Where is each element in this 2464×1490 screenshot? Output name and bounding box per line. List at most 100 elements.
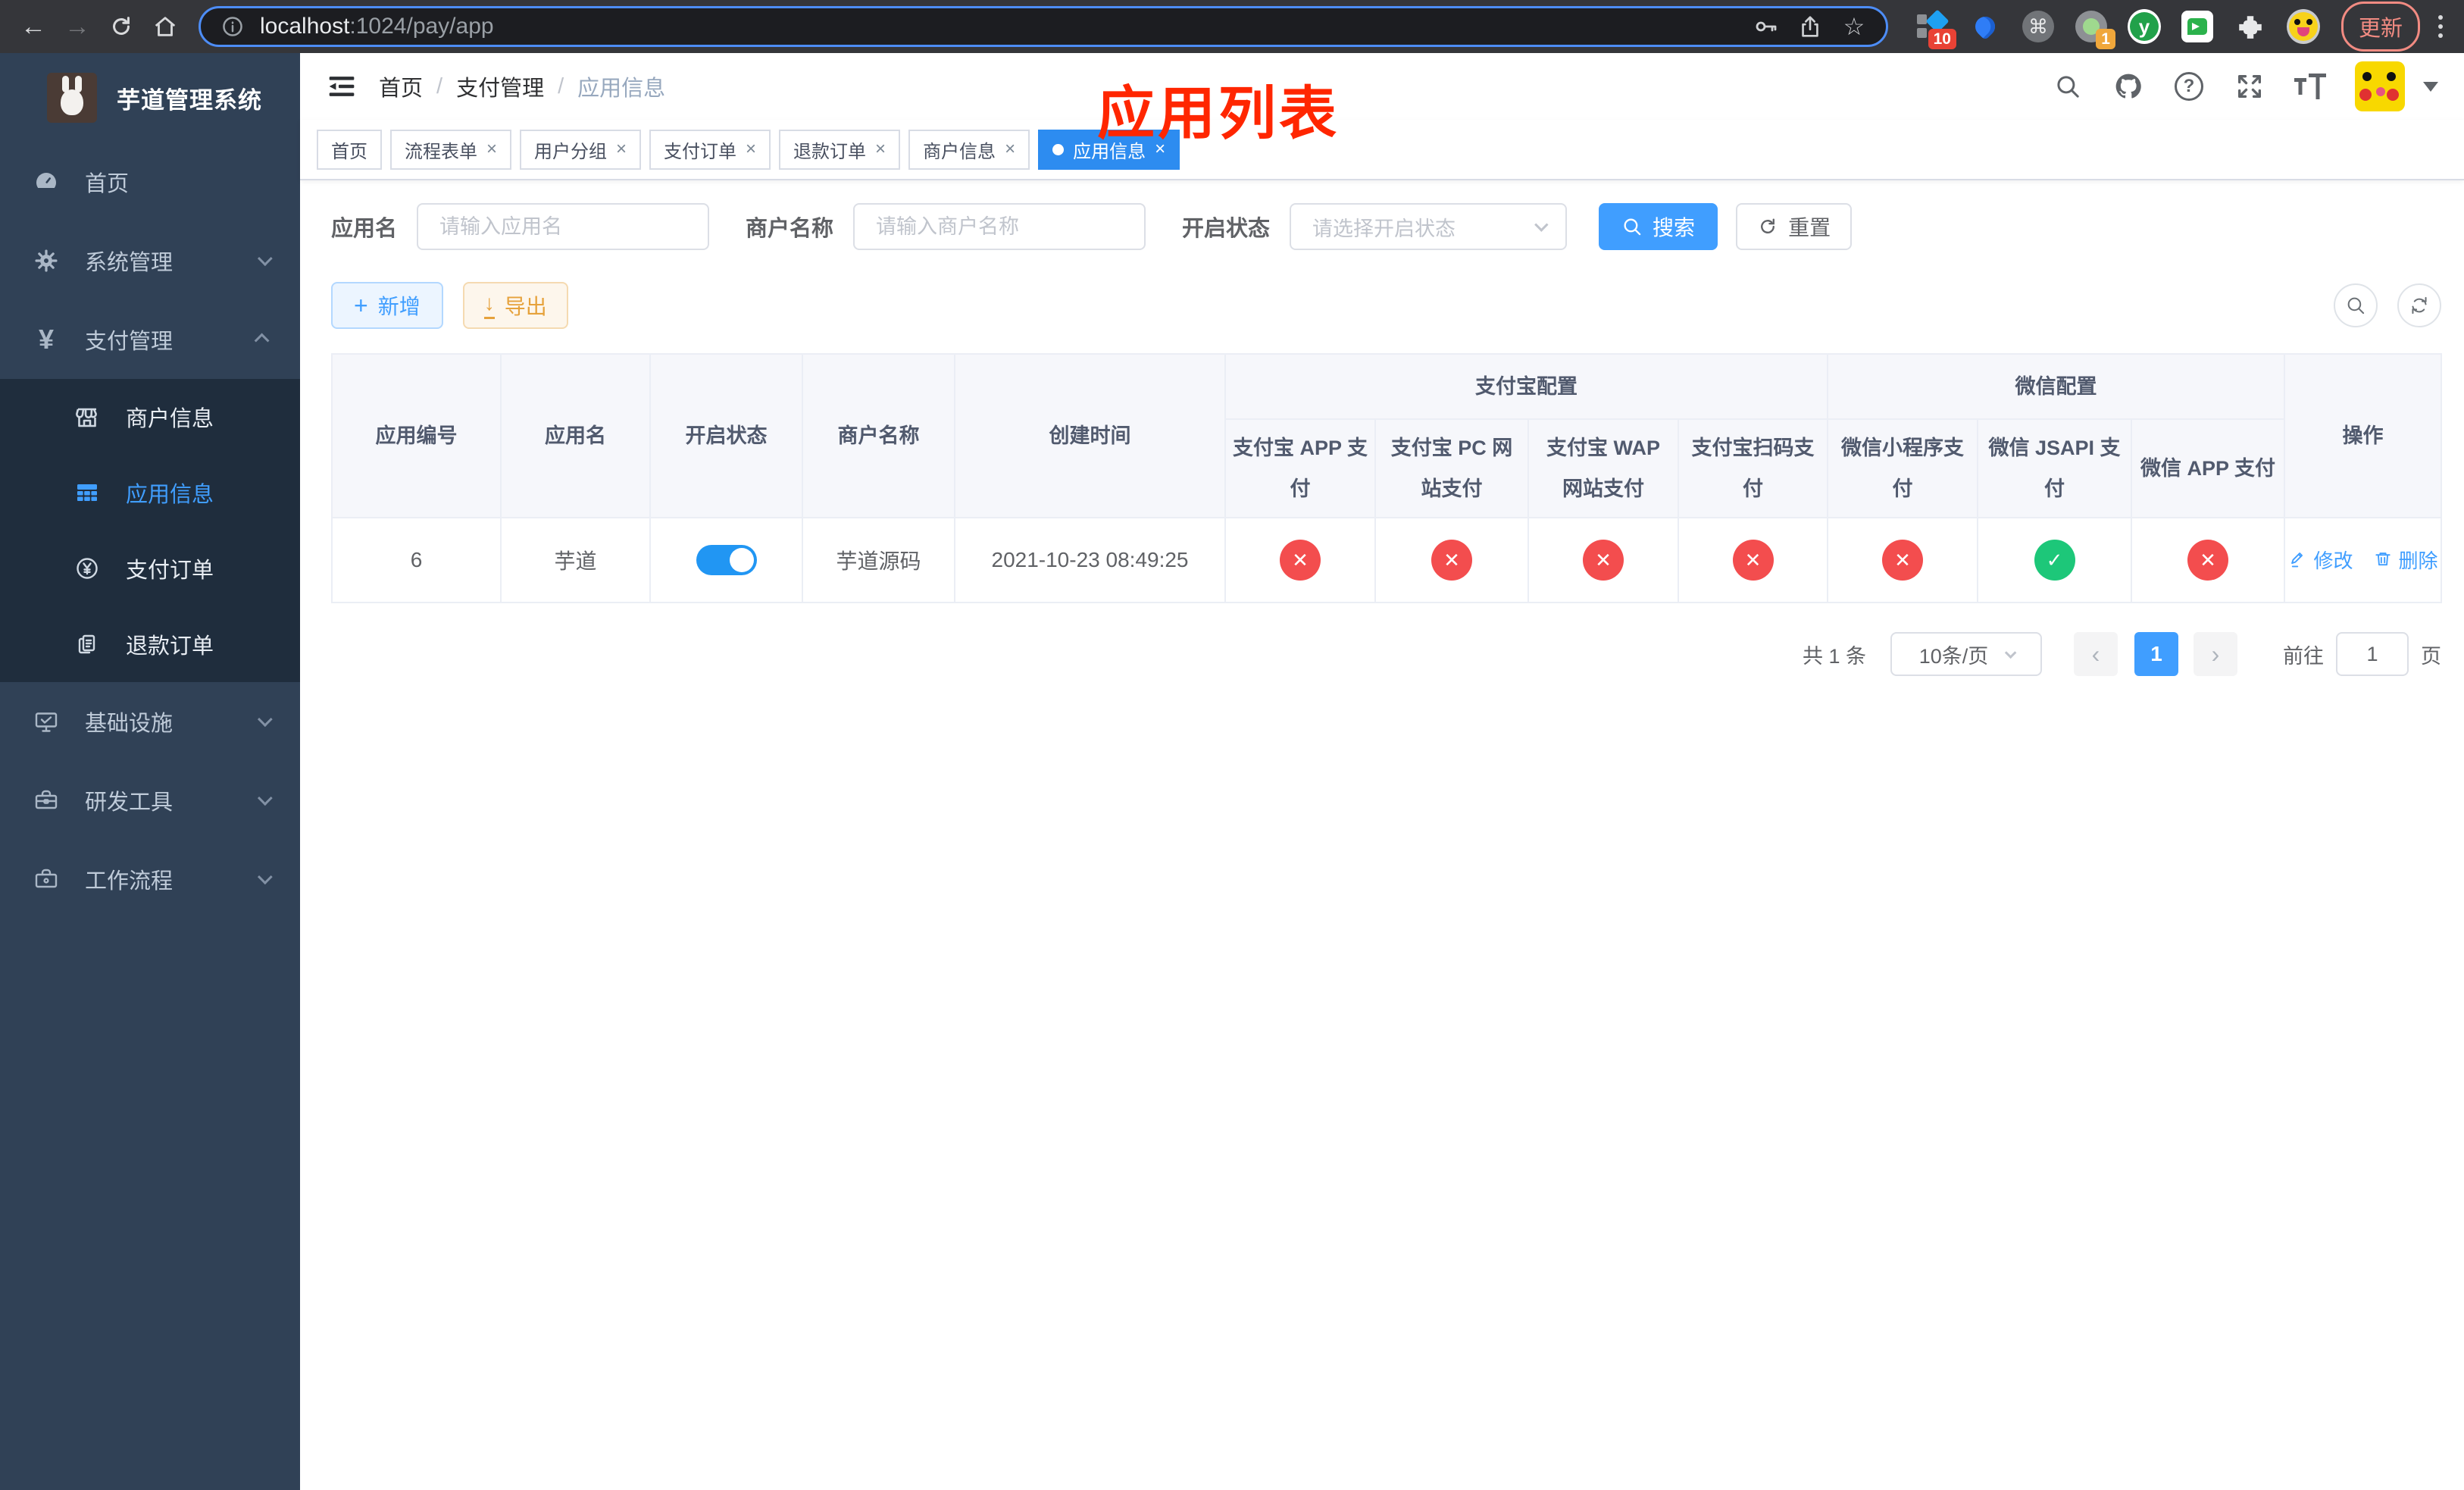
- sidebar-item-label: 支付订单: [126, 559, 214, 583]
- sidebar: 芋道管理系统 首页 系统管理 ¥ 支付管理 商户信息 应用信息 支付订单 退款订…: [0, 53, 300, 1490]
- help-icon[interactable]: ?: [2173, 70, 2205, 102]
- browser-reload-icon[interactable]: [102, 7, 141, 46]
- extension-command-icon[interactable]: ⌘: [2022, 10, 2055, 43]
- cell-alipay-wap: ✕: [1527, 517, 1679, 603]
- url-text: localhost:1024/pay/app: [260, 14, 494, 39]
- sidebar-item-workflow[interactable]: 工作流程: [0, 840, 300, 919]
- close-icon[interactable]: ×: [486, 139, 497, 160]
- close-icon[interactable]: ×: [616, 139, 627, 160]
- github-icon[interactable]: [2112, 70, 2144, 102]
- extensions-puzzle-icon[interactable]: [2234, 10, 2267, 43]
- cell-wx-app: ✕: [2130, 517, 2286, 603]
- logo-image: [47, 73, 97, 123]
- close-icon[interactable]: ×: [875, 139, 886, 160]
- reset-button[interactable]: 重置: [1736, 203, 1853, 250]
- cell-wx-jsapi: ✓: [1977, 517, 2132, 603]
- delete-link[interactable]: 删除: [2373, 546, 2438, 574]
- tab-user-group[interactable]: 用户分组 ×: [520, 129, 642, 170]
- toggle-search-button[interactable]: [2334, 283, 2378, 327]
- cell-alipay-pc: ✕: [1374, 517, 1529, 603]
- tab-home[interactable]: 首页: [317, 129, 382, 170]
- profile-avatar-icon[interactable]: [2286, 9, 2320, 44]
- font-size-icon[interactable]: [2294, 70, 2326, 102]
- col-header-alipay-pc: 支付宝 PC 网站支付: [1374, 418, 1529, 518]
- pagination: 共 1 条 10条/页 ‹ 1 › 前往 页: [331, 632, 2441, 676]
- export-button[interactable]: ↓ 导出: [462, 282, 568, 329]
- col-header-app-name: 应用名: [500, 353, 651, 518]
- refresh-button[interactable]: [2397, 283, 2441, 327]
- sidebar-item-system[interactable]: 系统管理: [0, 221, 300, 300]
- col-group-alipay: 支付宝配置: [1224, 353, 1828, 420]
- chrome-menu-icon[interactable]: [2431, 15, 2450, 38]
- sidebar-item-app-info[interactable]: 应用信息: [0, 455, 300, 531]
- password-key-icon[interactable]: [1750, 13, 1783, 40]
- share-icon[interactable]: [1793, 14, 1827, 39]
- extension-blue-diamond-icon[interactable]: 10: [1915, 9, 1956, 49]
- breadcrumb-home[interactable]: 首页: [379, 70, 423, 102]
- col-header-wx-jsapi: 微信 JSAPI 支付: [1977, 418, 2132, 518]
- sidebar-item-home[interactable]: 首页: [0, 142, 300, 221]
- sidebar-fold-icon[interactable]: [326, 70, 359, 103]
- tab-merchant-info[interactable]: 商户信息 ×: [908, 129, 1030, 170]
- tab-process-form[interactable]: 流程表单 ×: [390, 129, 512, 170]
- toolbox-icon: [32, 786, 61, 815]
- breadcrumb-payment[interactable]: 支付管理: [456, 70, 544, 102]
- site-info-icon[interactable]: [216, 14, 249, 39]
- next-page-button[interactable]: ›: [2194, 632, 2237, 676]
- bookmark-star-icon[interactable]: ☆: [1837, 12, 1871, 41]
- close-icon[interactable]: ×: [1005, 139, 1015, 160]
- url-bar[interactable]: localhost:1024/pay/app ☆: [199, 6, 1888, 47]
- yen-circle-icon: [73, 554, 102, 583]
- gear-icon: [32, 246, 61, 275]
- browser-home-icon[interactable]: [145, 7, 185, 46]
- sidebar-item-pay-orders[interactable]: 支付订单: [0, 531, 300, 606]
- browser-back-icon[interactable]: ←: [14, 7, 53, 46]
- edit-link[interactable]: 修改: [2288, 546, 2353, 574]
- extension-y-icon[interactable]: y: [2127, 9, 2161, 44]
- status-select[interactable]: 请选择开启状态: [1290, 203, 1568, 250]
- sidebar-item-label: 退款订单: [126, 634, 214, 659]
- chevron-down-icon: [257, 712, 273, 728]
- sidebar-item-label: 首页: [85, 172, 130, 196]
- breadcrumb-separator: /: [436, 74, 443, 99]
- sidebar-item-label: 应用信息: [126, 483, 214, 507]
- user-avatar[interactable]: [2355, 61, 2405, 111]
- merchant-name-input[interactable]: [853, 203, 1146, 250]
- payment-submenu: 商户信息 应用信息 支付订单 退款订单: [0, 379, 300, 682]
- goto-page-input[interactable]: [2336, 632, 2409, 676]
- extension-balloon-icon[interactable]: [1968, 10, 2002, 43]
- tabs-bar: 首页 流程表单 × 用户分组 × 支付订单 × 退款订单 × 商户信息 × 应用信息 ×: [300, 120, 2464, 180]
- status-toggle[interactable]: [696, 545, 757, 575]
- active-dot-icon: [1052, 143, 1065, 155]
- chrome-update-button[interactable]: 更新: [2340, 2, 2420, 52]
- cell-wx-mini: ✕: [1827, 517, 1978, 603]
- prev-page-button[interactable]: ‹: [2074, 632, 2118, 676]
- sidebar-item-refund-orders[interactable]: 退款订单: [0, 606, 300, 682]
- add-button[interactable]: + 新增: [331, 282, 443, 329]
- table-toolbar: + 新增 ↓ 导出: [331, 282, 2441, 329]
- extension-chat-icon[interactable]: [2181, 10, 2214, 43]
- tab-pay-orders[interactable]: 支付订单 ×: [649, 129, 771, 170]
- user-menu-caret-icon[interactable]: [2423, 81, 2438, 92]
- cell-app-id: 6: [331, 517, 502, 603]
- app-logo[interactable]: 芋道管理系统: [0, 53, 300, 142]
- page-size-select[interactable]: 10条/页: [1890, 632, 2042, 676]
- sidebar-item-payment[interactable]: ¥ 支付管理: [0, 300, 300, 379]
- search-button[interactable]: 搜索: [1599, 203, 1718, 250]
- app-name-label: 应用名: [331, 217, 398, 241]
- app-name-input[interactable]: [417, 203, 710, 250]
- fullscreen-icon[interactable]: [2234, 70, 2265, 102]
- cell-app-name: 芋道: [500, 517, 651, 603]
- tab-refund-orders[interactable]: 退款订单 ×: [779, 129, 901, 170]
- page-unit-label: 页: [2421, 644, 2441, 668]
- search-icon[interactable]: [2052, 70, 2084, 102]
- browser-forward-icon[interactable]: →: [58, 7, 97, 46]
- extension-badge: 1: [2096, 28, 2115, 49]
- col-header-app-id: 应用编号: [331, 353, 502, 518]
- sidebar-item-merchant-info[interactable]: 商户信息: [0, 379, 300, 455]
- sidebar-item-infrastructure[interactable]: 基础设施: [0, 682, 300, 761]
- page-number-1[interactable]: 1: [2134, 632, 2178, 676]
- extension-camera-icon[interactable]: 1: [2075, 10, 2115, 49]
- sidebar-item-dev-tools[interactable]: 研发工具: [0, 761, 300, 840]
- close-icon[interactable]: ×: [746, 139, 756, 160]
